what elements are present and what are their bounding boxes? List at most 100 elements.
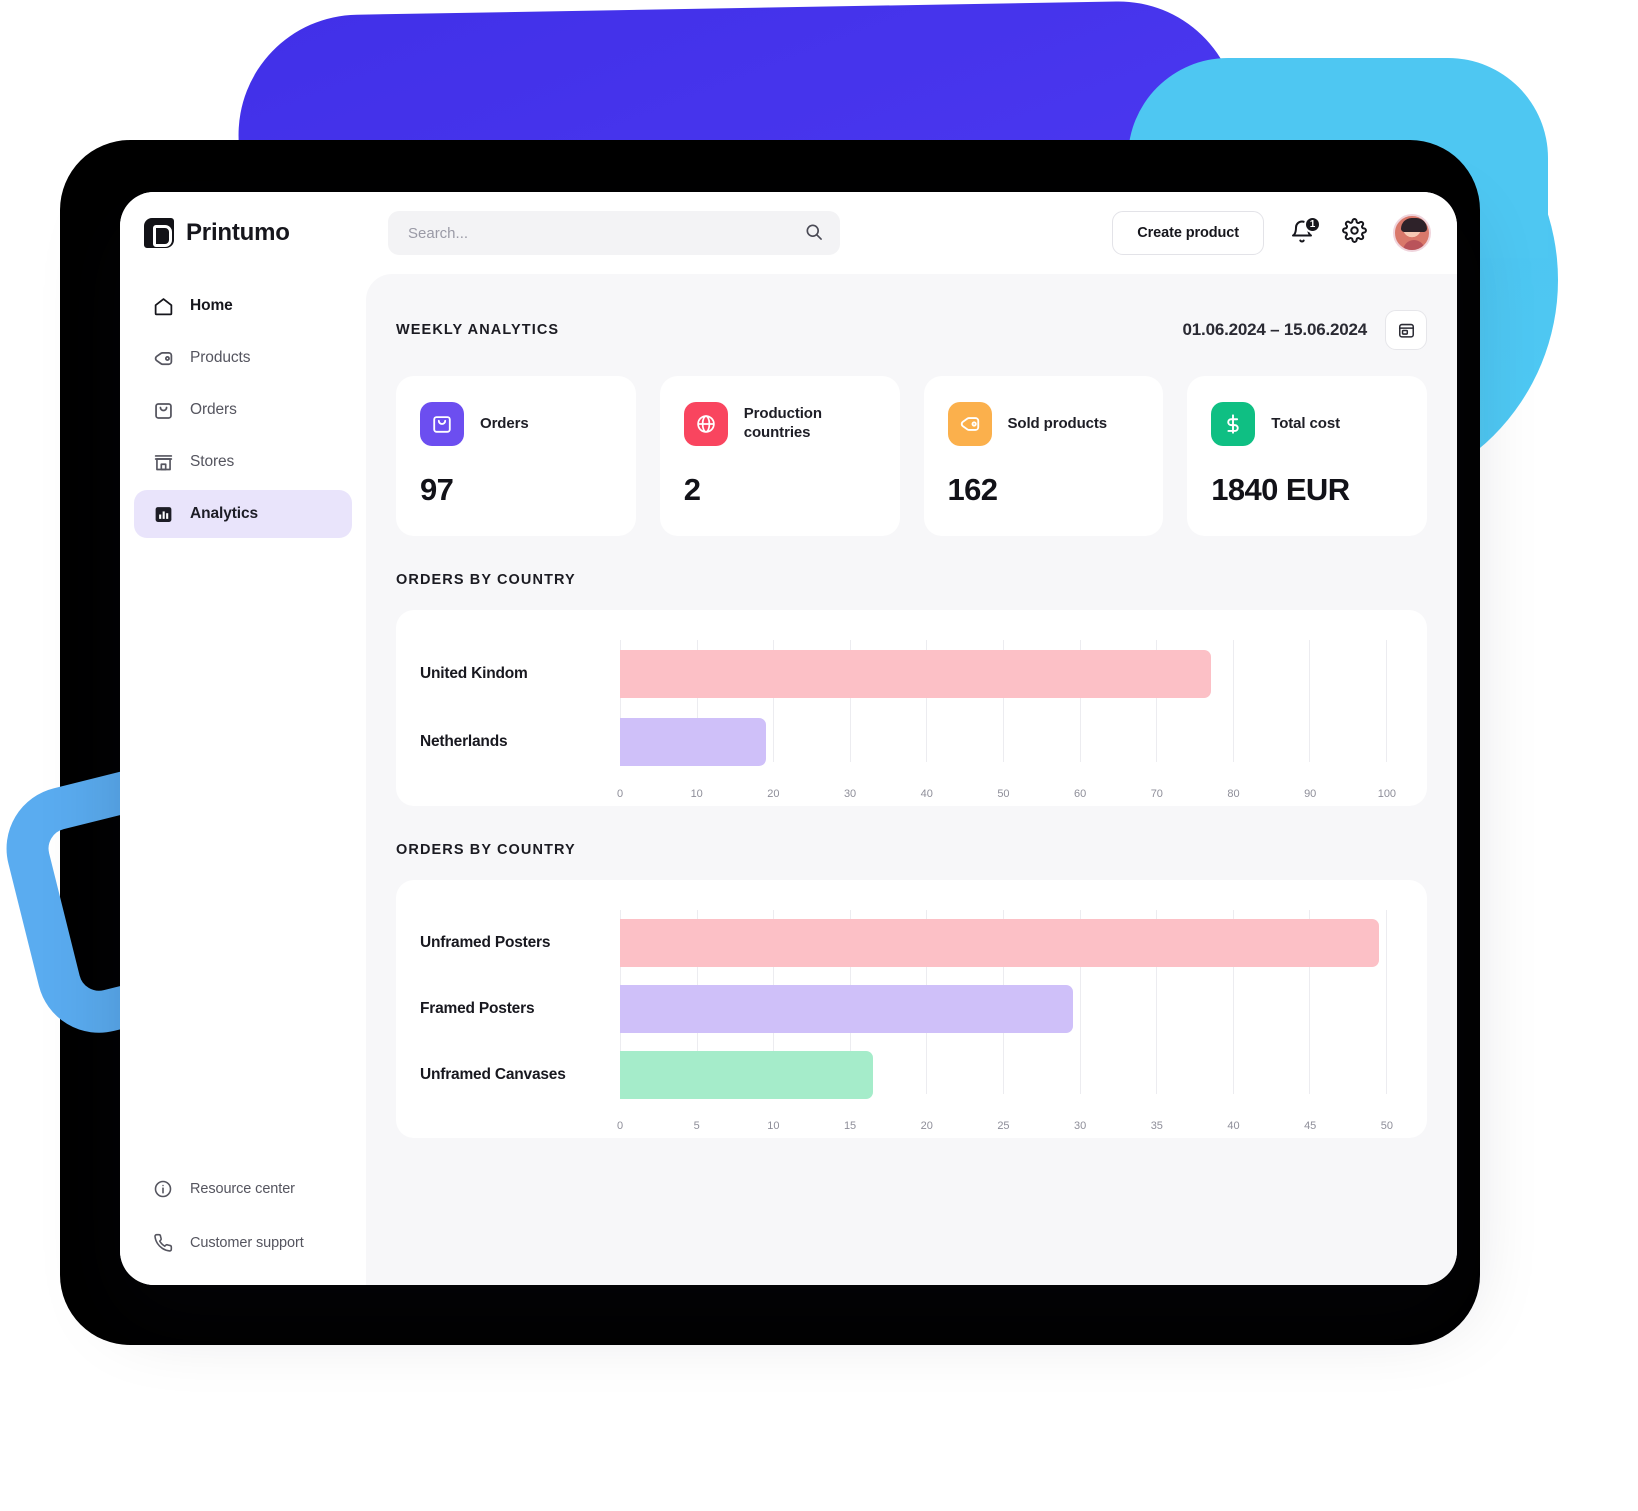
stat-card-label: Sold products bbox=[1007, 414, 1108, 432]
chart-1-bars bbox=[620, 640, 1387, 776]
sidebar-item-home[interactable]: Home bbox=[134, 282, 352, 330]
globe-icon bbox=[683, 402, 728, 446]
chart-1-tick: 30 bbox=[843, 788, 857, 800]
bag-icon bbox=[420, 402, 464, 446]
chart-2-tick: 40 bbox=[1227, 1120, 1240, 1132]
chart-1-card: United Kindom Netherlands 0 10 20 30 40 … bbox=[396, 610, 1427, 806]
brand[interactable]: Printumo bbox=[144, 218, 346, 248]
chart-2-category-label: Unframed Posters bbox=[420, 934, 551, 951]
chart-1-tick: 60 bbox=[1074, 788, 1087, 800]
notification-badge: 1 bbox=[1304, 216, 1321, 233]
chart-2-tick: 20 bbox=[920, 1120, 933, 1132]
sidebar-item-label: Stores bbox=[190, 453, 235, 470]
chart-1-tick: 100 bbox=[1377, 788, 1397, 800]
bag-icon bbox=[152, 399, 174, 421]
calendar-picker-button[interactable] bbox=[1385, 310, 1427, 350]
chart-1-tick: 10 bbox=[690, 788, 703, 800]
info-icon bbox=[152, 1178, 174, 1200]
app-body: Home Products Orders Stores Analytics Re… bbox=[120, 274, 1457, 1285]
stat-cards: Orders 97 Production countries 2 Sold pr… bbox=[396, 376, 1427, 536]
stat-card-total-cost: Total cost 1840 EUR bbox=[1187, 376, 1427, 536]
chart-2-title: ORDERS BY COUNTRY bbox=[396, 842, 576, 858]
search-container bbox=[388, 211, 840, 255]
stat-card-production-countries: Production countries 2 bbox=[659, 376, 900, 536]
sidebar-footer-nav: Resource center Customer support bbox=[134, 1169, 352, 1263]
chart-2-tick: 10 bbox=[767, 1120, 780, 1132]
tag-icon bbox=[152, 347, 174, 369]
store-icon bbox=[152, 451, 174, 473]
date-range-label: 01.06.2024 – 15.06.2024 bbox=[1182, 320, 1368, 339]
chart-1-tick: 20 bbox=[767, 788, 780, 800]
chart-2-tick: 5 bbox=[693, 1120, 700, 1132]
chart-1-tick: 50 bbox=[997, 788, 1010, 800]
stat-card-value: 1840 EUR bbox=[1211, 472, 1350, 507]
app-window: Printumo Create product 1 bbox=[120, 192, 1457, 1285]
stat-card-sold-products: Sold products 162 bbox=[923, 376, 1164, 536]
sidebar-item-label: Home bbox=[190, 297, 233, 314]
chart-1-title: ORDERS BY COUNTRY bbox=[396, 572, 576, 588]
printumo-logo-icon bbox=[144, 218, 174, 248]
chart-1-tick: 0 bbox=[616, 788, 624, 800]
sidebar-item-resource-center[interactable]: Resource center bbox=[134, 1169, 352, 1209]
chart-2-tick: 45 bbox=[1304, 1120, 1317, 1132]
chart-2-bar[interactable] bbox=[620, 1051, 874, 1099]
chart-2-tick: 50 bbox=[1380, 1120, 1393, 1132]
stat-card-label: Total cost bbox=[1271, 414, 1340, 432]
phone-icon bbox=[152, 1232, 174, 1254]
page-title: WEEKLY ANALYTICS bbox=[396, 322, 560, 338]
calendar-icon bbox=[1398, 323, 1414, 338]
chart-1-tick: 90 bbox=[1304, 788, 1317, 800]
chart-2-bar[interactable] bbox=[620, 985, 1073, 1033]
chart-2-plot: 0 5 10 15 20 25 30 35 40 45 50 bbox=[617, 910, 1393, 1132]
stat-card-label: Orders bbox=[480, 414, 529, 432]
chart-2-tick: 25 bbox=[997, 1120, 1010, 1132]
sidebar-item-label: Resource center bbox=[190, 1181, 295, 1197]
chart-1-bar[interactable] bbox=[620, 718, 766, 766]
sidebar-item-customer-support[interactable]: Customer support bbox=[134, 1223, 352, 1263]
sidebar-item-products[interactable]: Products bbox=[134, 334, 352, 382]
bar-chart-icon bbox=[152, 503, 174, 525]
app-header: Printumo Create product 1 bbox=[120, 192, 1457, 274]
chart-1-category-label: United Kindom bbox=[420, 665, 528, 682]
chart-1-tick: 40 bbox=[920, 788, 933, 800]
chart-2-card: Unframed Posters Framed Posters Unframed… bbox=[396, 880, 1427, 1138]
weekly-analytics-header: WEEKLY ANALYTICS 01.06.2024 – 15.06.2024 bbox=[396, 310, 1427, 350]
sidebar-item-orders[interactable]: Orders bbox=[134, 386, 352, 434]
chart-1-tick: 80 bbox=[1227, 788, 1240, 800]
chart-1-category-label: Netherlands bbox=[420, 733, 508, 750]
chart-2-tick: 15 bbox=[843, 1120, 857, 1132]
stat-card-value: 97 bbox=[420, 472, 454, 507]
main-content: WEEKLY ANALYTICS 01.06.2024 – 15.06.2024 bbox=[366, 274, 1457, 1285]
search-icon[interactable] bbox=[804, 222, 824, 247]
sidebar-item-analytics[interactable]: Analytics bbox=[134, 490, 352, 538]
chart-2-bars bbox=[620, 910, 1387, 1108]
create-product-button[interactable]: Create product bbox=[1112, 211, 1264, 255]
chart-1-tick: 70 bbox=[1150, 788, 1163, 800]
chart-2-category-label: Framed Posters bbox=[420, 1000, 535, 1017]
chart-2-tick: 35 bbox=[1150, 1120, 1163, 1132]
sidebar-item-label: Products bbox=[190, 349, 251, 366]
stat-card-orders: Orders 97 bbox=[396, 376, 636, 536]
screenshot-stage: Printumo Create product 1 bbox=[0, 0, 1638, 1511]
brand-name: Printumo bbox=[186, 219, 290, 246]
search-input[interactable] bbox=[388, 211, 840, 255]
stat-card-value: 162 bbox=[947, 472, 999, 507]
sidebar-item-label: Customer support bbox=[190, 1235, 304, 1251]
chart-2-tick: 30 bbox=[1074, 1120, 1087, 1132]
stat-card-label: Production countries bbox=[743, 405, 822, 441]
avatar[interactable] bbox=[1393, 214, 1431, 252]
sidebar-item-label: Analytics bbox=[190, 505, 259, 522]
dollar-icon bbox=[1211, 402, 1256, 446]
header-actions: Create product 1 bbox=[1112, 211, 1431, 255]
chart-2-categories: Unframed Posters Framed Posters Unframed… bbox=[420, 910, 620, 1120]
chart-1-bar[interactable] bbox=[620, 650, 1211, 698]
sidebar-nav: Home Products Orders Stores Analytics bbox=[134, 282, 352, 538]
gear-icon[interactable] bbox=[1342, 218, 1367, 248]
stat-card-value: 2 bbox=[683, 472, 701, 507]
chart-2-bar[interactable] bbox=[620, 919, 1380, 967]
sidebar-item-label: Orders bbox=[190, 401, 237, 418]
sidebar: Home Products Orders Stores Analytics Re… bbox=[120, 274, 366, 1285]
notifications-button[interactable]: 1 bbox=[1290, 216, 1321, 247]
sidebar-item-stores[interactable]: Stores bbox=[134, 438, 352, 486]
